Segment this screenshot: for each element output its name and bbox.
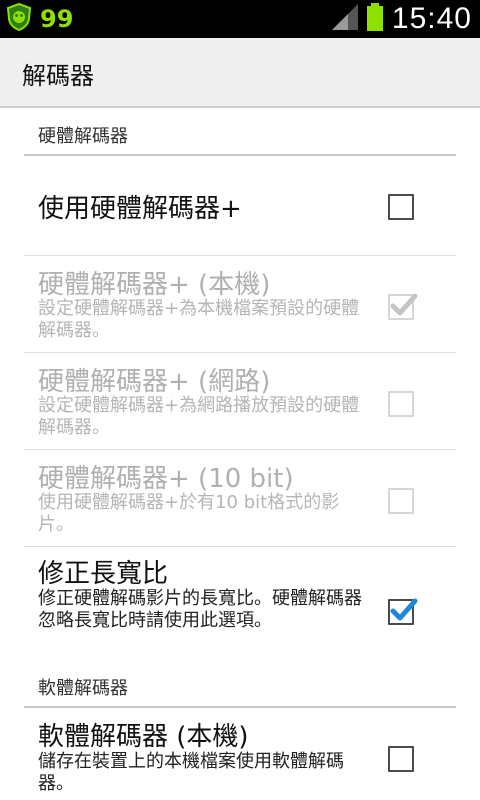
status-right: 15:40 [330,2,472,36]
pref-title: 使用硬體解碼器+ [38,194,242,224]
pref-title: 硬體解碼器+ (本機) [38,270,271,300]
action-bar: 解碼器 [0,38,480,108]
checkbox-sw-decoder-local[interactable] [388,746,414,772]
checkbox-hw-decoder-local[interactable] [388,293,418,320]
status-time: 15:40 [391,2,472,35]
checkmark-icon [390,598,418,621]
pref-correct-aspect-ratio[interactable]: 修正長寬比 修正硬體解碼影片的長寬比。硬體解碼器忽略長寬比時請使用此選項。 [24,547,456,664]
pref-title: 軟體解碼器 (本機) [38,722,249,752]
category-divider [24,154,456,156]
preferences-list[interactable]: 硬體解碼器 使用硬體解碼器+ 硬體解碼器+ (本機) 設定硬體解碼器+為本機檔案… [0,110,480,800]
category-divider [24,706,456,708]
category-software-decoder: 軟體解碼器 [24,664,456,710]
status-left: 99 [4,2,74,36]
checkmark-icon [390,293,418,316]
pref-use-hw-decoder-plus[interactable]: 使用硬體解碼器+ [24,158,456,256]
pref-summary: 設定硬體解碼器+為本機檔案預設的硬體解碼器。 [38,298,360,341]
signal-icon [330,2,360,36]
battery-icon [366,2,384,36]
checkbox-hw-decoder-network[interactable] [388,391,414,417]
page-title: 解碼器 [22,62,94,90]
pref-sw-decoder-local[interactable]: 軟體解碼器 (本機) 儲存在裝置上的本機檔案使用軟體解碼器。 [24,710,456,800]
checkbox-use-hw-decoder-plus[interactable] [388,194,414,220]
pref-title: 修正長寬比 [38,559,169,589]
category-label: 軟體解碼器 [38,678,128,699]
status-bar: 99 15:40 [0,0,480,38]
pref-hw-decoder-10bit[interactable]: 硬體解碼器+ (10 bit) 使用硬體解碼器+於有10 bit格式的影片。 [24,450,456,547]
shield-bug-icon [4,2,34,36]
pref-hw-decoder-local[interactable]: 硬體解碼器+ (本機) 設定硬體解碼器+為本機檔案預設的硬體解碼器。 [24,256,456,353]
pref-summary: 設定硬體解碼器+為網路播放預設的硬體解碼器。 [38,395,360,438]
category-hardware-decoder: 硬體解碼器 [24,110,456,158]
checkbox-hw-decoder-10bit[interactable] [388,488,414,514]
pref-summary: 使用硬體解碼器+於有10 bit格式的影片。 [38,492,340,535]
pref-title: 硬體解碼器+ (網路) [38,367,271,397]
pref-summary: 修正硬體解碼影片的長寬比。硬體解碼器忽略長寬比時請使用此選項。 [38,588,362,631]
category-label: 硬體解碼器 [38,126,128,147]
pref-title: 硬體解碼器+ (10 bit) [38,464,294,494]
checkbox-correct-aspect-ratio[interactable] [388,598,418,625]
pref-summary: 儲存在裝置上的本機檔案使用軟體解碼器。 [38,751,344,794]
pref-hw-decoder-network[interactable]: 硬體解碼器+ (網路) 設定硬體解碼器+為網路播放預設的硬體解碼器。 [24,353,456,450]
notification-count: 99 [40,5,74,33]
